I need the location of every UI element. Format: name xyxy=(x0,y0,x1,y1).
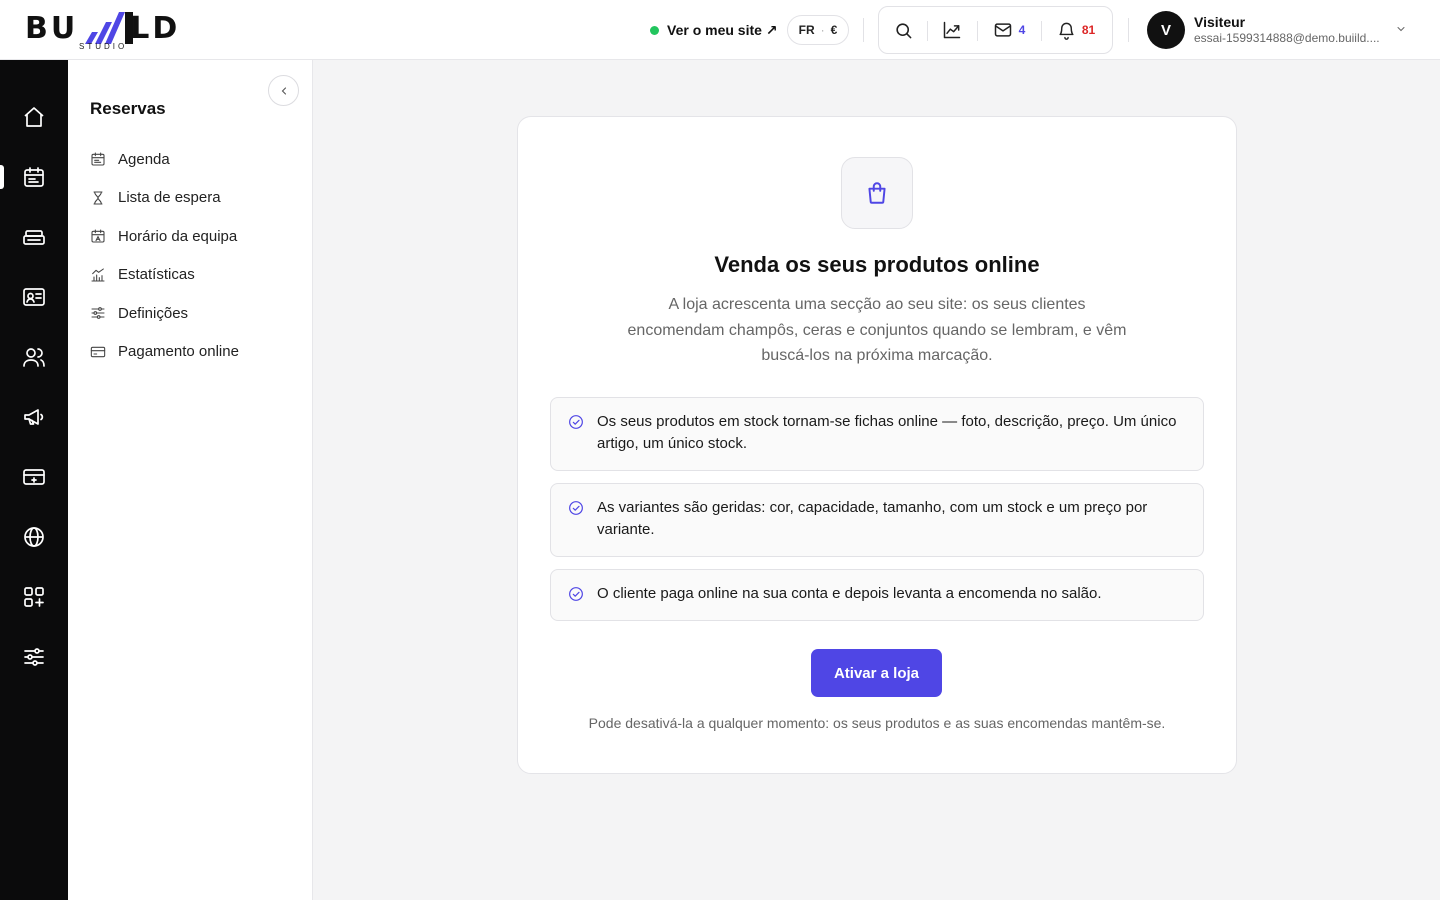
calendar-icon xyxy=(24,167,44,187)
rail-item-register[interactable] xyxy=(0,217,68,257)
chevron-left-icon xyxy=(281,86,286,95)
feature-item: O cliente paga online na sua conta e dep… xyxy=(550,569,1204,621)
stats-icon xyxy=(91,268,105,282)
shopping-bag-icon xyxy=(868,182,886,204)
rail-item-marketing[interactable] xyxy=(0,397,68,437)
rail-item-settings[interactable] xyxy=(0,637,68,677)
status-dot xyxy=(650,25,659,35)
view-site-label: Ver o meu site ↗ xyxy=(667,21,778,38)
currency-label: € xyxy=(830,23,838,37)
nav-item-agenda[interactable]: Agenda xyxy=(90,140,300,179)
card-title: Venda os seus produtos online xyxy=(714,252,1040,277)
search-button[interactable] xyxy=(879,7,927,53)
feature-text: As variantes são geridas: cor, capacidad… xyxy=(597,499,1148,538)
credit-card-icon xyxy=(90,346,106,357)
rail-item-contacts[interactable] xyxy=(0,277,68,317)
bell-icon xyxy=(1059,22,1074,40)
nav-item-label: Pagamento online xyxy=(118,343,239,361)
avatar: V xyxy=(1147,11,1185,49)
home-icon xyxy=(24,107,44,127)
messages-count: 4 xyxy=(1018,23,1026,37)
megaphone-icon xyxy=(24,409,44,425)
globe-icon xyxy=(24,527,44,547)
nav-item-waitlist[interactable]: Lista de espera xyxy=(90,179,300,218)
rail-item-website[interactable] xyxy=(0,517,68,557)
hourglass-icon xyxy=(93,191,103,205)
calendar-icon xyxy=(91,152,105,166)
nav-item-statistics[interactable]: Estatísticas xyxy=(90,256,300,295)
rail-item-home[interactable] xyxy=(0,97,68,137)
section-sidebar: Reservas Agenda Lista de espera Horário … xyxy=(68,60,313,900)
nav-item-label: Agenda xyxy=(118,150,170,168)
chart-line-icon xyxy=(943,21,961,39)
logo-subtitle: STUDIO xyxy=(79,42,128,51)
user-email: essai-1599314888@demo.buiild.... xyxy=(1194,31,1380,45)
shop-onboarding-card: Venda os seus produtos online A loja acr… xyxy=(517,116,1237,774)
divider xyxy=(1128,18,1129,42)
icon-rail xyxy=(0,60,68,900)
mail-icon xyxy=(994,23,1011,37)
nav-item-team-schedule[interactable]: Horário da equipa xyxy=(90,217,300,256)
register-icon xyxy=(23,230,45,245)
card-description: A loja acrescenta uma secção ao seu site… xyxy=(627,296,1127,364)
logo-text-right: LD xyxy=(130,11,181,46)
nav-item-label: Definições xyxy=(118,304,189,322)
check-circle-icon xyxy=(569,415,583,429)
nav-item-online-payment[interactable]: Pagamento online xyxy=(90,333,300,372)
toolbar: 4 81 xyxy=(878,6,1113,54)
user-menu[interactable]: V Visiteur essai-1599314888@demo.buiild.… xyxy=(1147,11,1405,49)
sliders-icon xyxy=(91,307,105,320)
contact-card-icon xyxy=(23,288,45,306)
notifications-count: 81 xyxy=(1081,23,1096,37)
logo[interactable]: BU LD STUDIO xyxy=(25,8,185,54)
check-circle-icon xyxy=(569,587,583,601)
search-icon xyxy=(895,22,911,38)
separator-dot: · xyxy=(820,23,825,37)
section-title: Reservas xyxy=(90,99,166,118)
user-name: Visiteur xyxy=(1194,14,1246,30)
nav-item-label: Lista de espera xyxy=(118,189,221,207)
feature-text: O cliente paga online na sua conta e dep… xyxy=(597,585,1102,602)
feature-item: As variantes são geridas: cor, capacidad… xyxy=(550,483,1204,557)
language-currency-selector[interactable]: FR · € xyxy=(787,15,849,45)
notifications-button[interactable]: 81 xyxy=(1041,7,1111,53)
nav-item-settings[interactable]: Definições xyxy=(90,294,300,333)
users-icon xyxy=(23,348,45,367)
rail-item-pos[interactable] xyxy=(0,457,68,497)
logo-bars-icon xyxy=(85,12,133,44)
settings-sliders-icon xyxy=(24,648,44,666)
view-site-link[interactable]: Ver o meu site ↗ xyxy=(650,20,778,40)
top-bar: BU LD STUDIO Ver o meu site ↗ FR · € 4 8… xyxy=(0,0,1440,60)
analytics-button[interactable] xyxy=(927,7,977,53)
section-nav: Agenda Lista de espera Horário da equipa… xyxy=(90,140,300,371)
feature-text: Os seus produtos em stock tornam-se fich… xyxy=(597,413,1177,452)
rail-item-apps[interactable] xyxy=(0,577,68,617)
nav-item-label: Horário da equipa xyxy=(118,227,238,245)
rail-item-clients[interactable] xyxy=(0,337,68,377)
nav-item-label: Estatísticas xyxy=(118,266,195,284)
rail-item-bookings[interactable] xyxy=(0,157,68,197)
divider xyxy=(863,18,864,42)
chevron-down-icon xyxy=(1397,27,1405,32)
collapse-sidebar-button[interactable] xyxy=(268,75,299,106)
feature-item: Os seus produtos em stock tornam-se fich… xyxy=(550,397,1204,471)
check-circle-icon xyxy=(569,501,583,515)
logo-text-left: BU xyxy=(25,11,79,46)
card-footnote: Pode desativá-la a qualquer momento: os … xyxy=(588,715,1166,731)
team-schedule-icon xyxy=(91,229,105,243)
ticket-icon xyxy=(23,469,45,485)
apps-icon xyxy=(24,587,44,607)
language-label: FR xyxy=(798,23,815,37)
shop-icon-tile xyxy=(841,157,913,229)
messages-button[interactable]: 4 xyxy=(977,7,1041,53)
activate-shop-button[interactable]: Ativar a loja xyxy=(811,649,942,697)
